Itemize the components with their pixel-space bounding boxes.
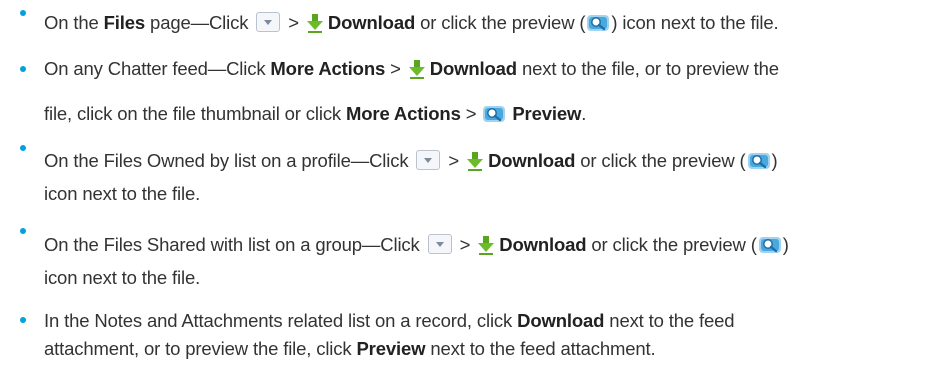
bullet xyxy=(20,10,26,16)
item-line: On the Files Shared with list on a group… xyxy=(44,234,789,256)
item-bold-text: Download xyxy=(429,58,517,79)
item-bold-text: Download xyxy=(499,234,587,255)
item-bold-text: Download xyxy=(327,12,416,33)
download-arrow-icon xyxy=(306,13,324,33)
download-arrow-icon xyxy=(477,235,495,255)
item-text: or click the preview ( xyxy=(586,234,757,255)
item-text: > xyxy=(385,58,406,79)
item-bold-text: Preview xyxy=(512,103,582,124)
item-text: next to the feed xyxy=(604,310,735,331)
bullet xyxy=(20,228,26,234)
download-arrow-icon xyxy=(466,151,484,171)
item-bold-text: More Actions xyxy=(346,103,461,124)
item-text: > xyxy=(283,12,304,33)
item-text: icon next to the file. xyxy=(44,267,201,288)
preview-magnifier-icon xyxy=(758,235,782,255)
item-text: next to the file, or to preview the xyxy=(516,58,779,79)
item-text: attachment, or to preview the file, clic… xyxy=(44,338,357,359)
item-text: ) xyxy=(771,150,778,171)
item-text: > xyxy=(454,234,476,255)
preview-magnifier-icon xyxy=(747,151,771,171)
item-text: or click the preview ( xyxy=(415,12,586,33)
item-text: ) xyxy=(782,234,789,255)
item-line: icon next to the file. xyxy=(44,267,200,289)
item-text: On the Files Shared with list on a group… xyxy=(44,234,425,255)
item-text: On the Files Owned by list on a profile—… xyxy=(44,150,414,171)
item-line: icon next to the file. xyxy=(44,183,200,205)
bullet xyxy=(20,317,26,323)
item-line: attachment, or to preview the file, clic… xyxy=(44,338,656,360)
preview-magnifier-icon xyxy=(586,13,610,33)
item-text: next to the feed attachment. xyxy=(425,338,656,359)
item-line: On any Chatter feed—Click More Actions >… xyxy=(44,58,779,80)
item-text: In the Notes and Attachments related lis… xyxy=(44,310,518,331)
item-text: . xyxy=(581,103,587,124)
item-bold-text: Download xyxy=(517,310,605,331)
item-text: On any Chatter feed—Click xyxy=(44,58,271,79)
bullet xyxy=(20,145,26,151)
item-text: file, click on the file thumbnail or cli… xyxy=(44,103,347,124)
item-text: page—Click xyxy=(145,12,254,33)
preview-magnifier-icon xyxy=(482,104,506,124)
item-line: On the Files page—Click > Download or cl… xyxy=(44,12,779,34)
item-text: icon next to the file. xyxy=(44,183,201,204)
item-line: file, click on the file thumbnail or cli… xyxy=(44,103,586,125)
dropdown-menu-icon xyxy=(416,150,441,170)
item-bold-text: Preview xyxy=(356,338,426,359)
item-bold-text: Download xyxy=(488,150,576,171)
item-text: or click the preview ( xyxy=(575,150,746,171)
item-text: ) icon next to the file. xyxy=(611,12,779,33)
dropdown-menu-icon xyxy=(256,12,281,32)
bullet xyxy=(20,66,26,72)
item-line: In the Notes and Attachments related lis… xyxy=(44,310,735,332)
item-text: On the xyxy=(44,12,104,33)
download-arrow-icon xyxy=(408,59,426,79)
item-bold-text: More Actions xyxy=(270,58,386,79)
item-text: > xyxy=(460,103,482,124)
item-line: On the Files Owned by list on a profile—… xyxy=(44,150,778,172)
item-bold-text: Files xyxy=(103,12,146,33)
item-text: > xyxy=(443,150,465,171)
dropdown-menu-icon xyxy=(427,234,452,254)
